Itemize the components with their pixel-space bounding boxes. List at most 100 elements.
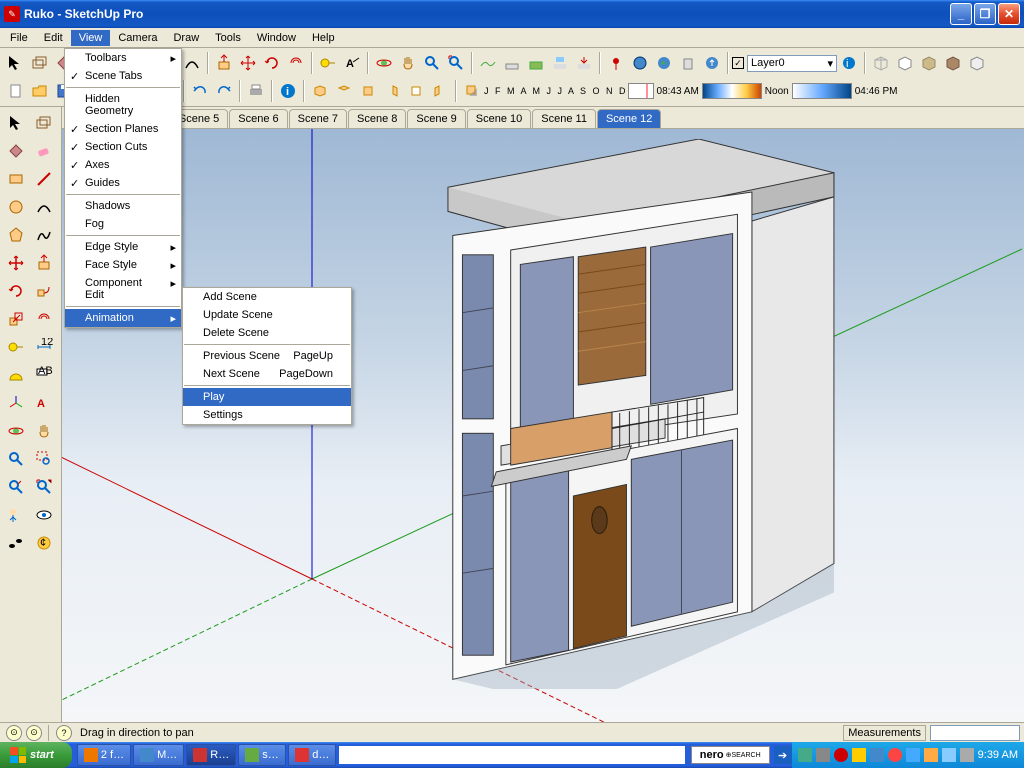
rotate-tool-icon[interactable] <box>2 277 30 305</box>
walk-icon[interactable] <box>2 529 30 557</box>
print-icon[interactable] <box>244 79 268 103</box>
tray-icon[interactable] <box>852 748 866 762</box>
select-icon[interactable] <box>2 109 30 137</box>
freehand-tool-icon[interactable] <box>30 221 58 249</box>
tray-icon[interactable] <box>834 748 848 762</box>
upload-icon[interactable] <box>700 51 724 75</box>
arc-icon[interactable] <box>180 51 204 75</box>
menu-item-section-cuts[interactable]: ✓Section Cuts <box>65 138 181 156</box>
menu-camera[interactable]: Camera <box>110 30 165 46</box>
tray-icon[interactable] <box>870 748 884 762</box>
scene-tab[interactable]: Scene 10 <box>467 109 531 128</box>
menu-item-fog[interactable]: Fog <box>65 215 181 233</box>
model-info-icon[interactable]: i <box>276 79 300 103</box>
sandbox3-icon[interactable] <box>524 51 548 75</box>
scene-tab[interactable]: Scene 11 <box>532 109 596 128</box>
tray-icon[interactable] <box>816 748 830 762</box>
orbit-tool-icon[interactable] <box>2 417 30 445</box>
component-icon[interactable] <box>28 51 52 75</box>
taskbar-item[interactable]: s… <box>238 744 286 766</box>
scene-tab[interactable]: Scene 12 <box>597 109 661 128</box>
top-icon[interactable] <box>332 79 356 103</box>
make-component-icon[interactable] <box>30 109 58 137</box>
layer-visible-checkbox[interactable]: ✓ <box>732 57 744 69</box>
menu-item-delete-scene[interactable]: Delete Scene <box>183 324 351 342</box>
orbit-icon[interactable] <box>372 51 396 75</box>
terrain-icon[interactable] <box>652 51 676 75</box>
date-slider[interactable] <box>628 83 654 99</box>
shaded-icon[interactable] <box>917 51 941 75</box>
open-icon[interactable] <box>28 79 52 103</box>
menu-tools[interactable]: Tools <box>207 30 249 46</box>
menu-item-axes[interactable]: ✓Axes <box>65 156 181 174</box>
section-icon[interactable]: ¢ <box>30 529 58 557</box>
time-slider-2[interactable] <box>792 83 852 99</box>
close-button[interactable]: ✕ <box>998 3 1020 25</box>
tray-icon[interactable] <box>924 748 938 762</box>
zoom-window-icon[interactable] <box>30 445 58 473</box>
menu-item-animation[interactable]: Animation▸ <box>65 309 181 327</box>
zoom-extents-icon[interactable] <box>444 51 468 75</box>
taskbar-go-icon[interactable]: ➔ <box>774 746 792 764</box>
drape-icon[interactable] <box>548 51 572 75</box>
polygon-tool-icon[interactable] <box>2 221 30 249</box>
pushpull-tool-icon[interactable] <box>30 249 58 277</box>
redo-icon[interactable] <box>212 79 236 103</box>
back-icon[interactable] <box>404 79 428 103</box>
status-icon-1[interactable]: ⊙ <box>6 725 22 741</box>
eraser-tool-icon[interactable] <box>30 137 58 165</box>
textured-icon[interactable] <box>941 51 965 75</box>
minimize-button[interactable]: _ <box>950 3 972 25</box>
menu-item-settings[interactable]: Settings <box>183 406 351 424</box>
earth-icon[interactable] <box>628 51 652 75</box>
menu-view[interactable]: View <box>71 30 111 46</box>
protractor-tool-icon[interactable] <box>2 361 30 389</box>
shadow-toggle-icon[interactable] <box>460 79 484 103</box>
scene-tab[interactable]: Scene 6 <box>229 109 287 128</box>
zoom-extents-tool-icon[interactable] <box>30 473 58 501</box>
building-icon[interactable] <box>676 51 700 75</box>
menu-item-shadows[interactable]: Shadows <box>65 197 181 215</box>
menu-item-toolbars[interactable]: Toolbars▸ <box>65 49 181 67</box>
menu-item-component-edit[interactable]: Component Edit▸ <box>65 274 181 304</box>
right-icon[interactable] <box>380 79 404 103</box>
menu-item-update-scene[interactable]: Update Scene <box>183 306 351 324</box>
status-icon-2[interactable]: ⊙ <box>26 725 42 741</box>
pushpull-icon[interactable] <box>212 51 236 75</box>
pan-tool-icon[interactable] <box>30 417 58 445</box>
taskbar-search[interactable] <box>339 746 684 764</box>
sandbox2-icon[interactable] <box>500 51 524 75</box>
tray-icon[interactable] <box>942 748 956 762</box>
text-tool-icon[interactable]: ABC <box>30 361 58 389</box>
move-icon[interactable] <box>236 51 260 75</box>
offset-icon[interactable] <box>284 51 308 75</box>
look-around-icon[interactable] <box>30 501 58 529</box>
menu-item-guides[interactable]: ✓Guides <box>65 174 181 192</box>
taskbar-item[interactable]: R… <box>186 744 236 766</box>
zoom-tool-icon[interactable] <box>2 445 30 473</box>
circle-tool-icon[interactable] <box>2 193 30 221</box>
menu-help[interactable]: Help <box>304 30 343 46</box>
menu-item-section-planes[interactable]: ✓Section Planes <box>65 120 181 138</box>
undo-icon[interactable] <box>188 79 212 103</box>
axes-tool-icon[interactable] <box>2 389 30 417</box>
left-icon[interactable] <box>428 79 452 103</box>
menu-item-add-scene[interactable]: Add Scene <box>183 288 351 306</box>
time-slider[interactable] <box>702 83 762 99</box>
iso-icon[interactable] <box>308 79 332 103</box>
menu-edit[interactable]: Edit <box>36 30 71 46</box>
menu-item-face-style[interactable]: Face Style▸ <box>65 256 181 274</box>
tape-icon[interactable] <box>316 51 340 75</box>
tray-icon[interactable] <box>960 748 974 762</box>
line-tool-icon[interactable] <box>30 165 58 193</box>
menu-item-edge-style[interactable]: Edge Style▸ <box>65 238 181 256</box>
select-tool-icon[interactable] <box>4 51 28 75</box>
move-tool-icon[interactable] <box>2 249 30 277</box>
sandbox-icon[interactable] <box>476 51 500 75</box>
menu-item-previous-scene[interactable]: Previous ScenePageUp <box>183 347 351 365</box>
text-icon[interactable]: A <box>340 51 364 75</box>
paint-icon[interactable] <box>2 137 30 165</box>
position-camera-icon[interactable] <box>2 501 30 529</box>
taskbar-item[interactable]: 2 f… <box>77 744 131 766</box>
menu-item-scene-tabs[interactable]: ✓Scene Tabs <box>65 67 181 85</box>
